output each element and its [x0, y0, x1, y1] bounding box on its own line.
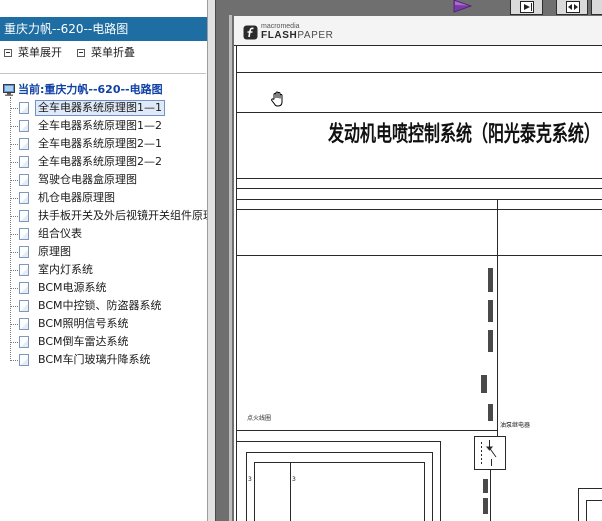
tree-item[interactable]: 扶手板开关及外后视镜开关组件原理	[0, 208, 207, 224]
tree-connector	[10, 270, 18, 271]
tree-connector	[10, 342, 18, 343]
flashpaper-viewer: macromedia FLASHPAPER 发动机电喷控制系统（阳光泰克系统） …	[216, 0, 602, 521]
document-icon	[19, 102, 29, 114]
component-label: 点火线圈	[247, 414, 271, 422]
document-icon	[19, 354, 29, 366]
tree-item-label[interactable]: BCM倒车雷达系统	[37, 334, 130, 350]
tree-connector	[10, 108, 18, 109]
tree-item[interactable]: BCM倒车雷达系统	[0, 334, 207, 350]
document-icon	[19, 120, 29, 132]
tree-item[interactable]: 全车电器系统原理图1—2	[0, 118, 207, 134]
tree-item-label[interactable]: BCM中控锁、防盗器系统	[37, 298, 163, 314]
tree-connector	[10, 360, 18, 361]
tree-connector	[10, 324, 18, 325]
computer-icon	[3, 84, 15, 96]
document-icon	[19, 318, 29, 330]
hand-cursor-icon	[271, 91, 283, 107]
collapse-menu-label[interactable]: 菜单折叠	[91, 45, 135, 61]
pin-label: 3	[292, 476, 296, 483]
tree-item[interactable]: 全车电器系统原理图2—2	[0, 154, 207, 170]
document-page: macromedia FLASHPAPER 发动机电喷控制系统（阳光泰克系统） …	[234, 16, 602, 521]
tree-root-label[interactable]: 当前:重庆力帆--620--电路图	[18, 82, 163, 98]
page-gutter-line	[229, 15, 232, 521]
tree-item[interactable]: BCM车门玻璃升降系统	[0, 352, 207, 368]
tree-item[interactable]: 室内灯系统	[0, 262, 207, 278]
tree-item[interactable]: 全车电器系统原理图1—1	[0, 100, 207, 116]
tree-item-label[interactable]: 全车电器系统原理图1—2	[37, 118, 163, 134]
connector-outline	[586, 500, 602, 521]
wire-spec-text	[481, 268, 493, 514]
document-icon	[19, 264, 29, 276]
tree-item[interactable]: BCM照明信号系统	[0, 316, 207, 332]
tree-item[interactable]: BCM中控锁、防盗器系统	[0, 298, 207, 314]
tree-item-label[interactable]: 原理图	[37, 244, 72, 260]
fit-page-button[interactable]	[556, 0, 588, 15]
tree-connector	[10, 198, 18, 199]
frame-splitter[interactable]	[207, 0, 216, 521]
toolbar-button[interactable]	[591, 0, 602, 15]
tree-item-label[interactable]: BCM电源系统	[37, 280, 108, 296]
tree-item[interactable]: 机仓电器原理图	[0, 190, 207, 206]
collapse-menu-button[interactable]: 菜单折叠	[77, 45, 147, 61]
document-icon	[19, 282, 29, 294]
sidebar: 重庆力帆--620--电路图 菜单展开 菜单折叠 当前:重庆力帆--620--电…	[0, 0, 207, 521]
tree-connector	[10, 288, 18, 289]
collapse-box-icon	[77, 49, 85, 57]
tree-item-label[interactable]: 驾驶仓电器盒原理图	[37, 172, 138, 188]
fit-width-button[interactable]	[510, 0, 543, 15]
tree-item-label[interactable]: 全车电器系统原理图1—1	[35, 100, 165, 116]
tree-item-label[interactable]: 全车电器系统原理图2—2	[37, 154, 163, 170]
fit-width-icon	[520, 1, 534, 13]
sidebar-title: 重庆力帆--620--电路图	[0, 17, 207, 41]
document-icon	[19, 246, 29, 258]
document-icon	[19, 336, 29, 348]
fit-page-icon	[566, 1, 580, 13]
tree-root[interactable]: 当前:重庆力帆--620--电路图	[0, 82, 207, 98]
tree-connector	[10, 180, 18, 181]
document-icon	[19, 174, 29, 186]
relay-label: 油泵继电器	[500, 421, 530, 429]
document-icon	[19, 210, 29, 222]
tree-item-label[interactable]: 组合仪表	[37, 226, 83, 242]
document-icon	[19, 300, 29, 312]
tree-item-label[interactable]: BCM照明信号系统	[37, 316, 130, 332]
tree-item-label[interactable]: 扶手板开关及外后视镜开关组件原理	[37, 208, 207, 224]
tree-connector	[10, 216, 18, 217]
tree-item-label[interactable]: 机仓电器原理图	[37, 190, 116, 206]
circuit-diagram: 发动机电喷控制系统（阳光泰克系统） 点火线圈 油泵继电器 3 3	[234, 45, 602, 521]
document-icon	[19, 228, 29, 240]
menu-separator	[0, 73, 206, 74]
connector-outline	[578, 488, 602, 521]
expand-menu-button[interactable]: 菜单展开	[4, 45, 74, 61]
document-icon	[19, 156, 29, 168]
tree-connector	[10, 252, 18, 253]
expand-box-icon	[4, 49, 12, 57]
tree-item-label[interactable]: 全车电器系统原理图2—1	[37, 136, 163, 152]
tree-item[interactable]: 原理图	[0, 244, 207, 260]
document-title: 发动机电喷控制系统（阳光泰克系统）	[327, 121, 600, 147]
document-icon	[19, 192, 29, 204]
relay-switch-symbol	[481, 440, 497, 466]
tree-connector	[10, 306, 18, 307]
tree-item[interactable]: 驾驶仓电器盒原理图	[0, 172, 207, 188]
tree-item-label[interactable]: BCM车门玻璃升降系统	[37, 352, 152, 368]
tree-item-label[interactable]: 室内灯系统	[37, 262, 94, 278]
next-page-arrow-icon[interactable]	[453, 0, 473, 14]
expand-menu-label[interactable]: 菜单展开	[18, 45, 62, 61]
tree-connector	[10, 162, 18, 163]
tree-connector	[10, 126, 18, 127]
tree-item[interactable]: 组合仪表	[0, 226, 207, 242]
tree-item[interactable]: 全车电器系统原理图2—1	[0, 136, 207, 152]
tree-item[interactable]: BCM电源系统	[0, 280, 207, 296]
pin-label: 3	[248, 476, 252, 483]
tree-connector	[10, 234, 18, 235]
tree-connector	[10, 144, 18, 145]
document-icon	[19, 138, 29, 150]
